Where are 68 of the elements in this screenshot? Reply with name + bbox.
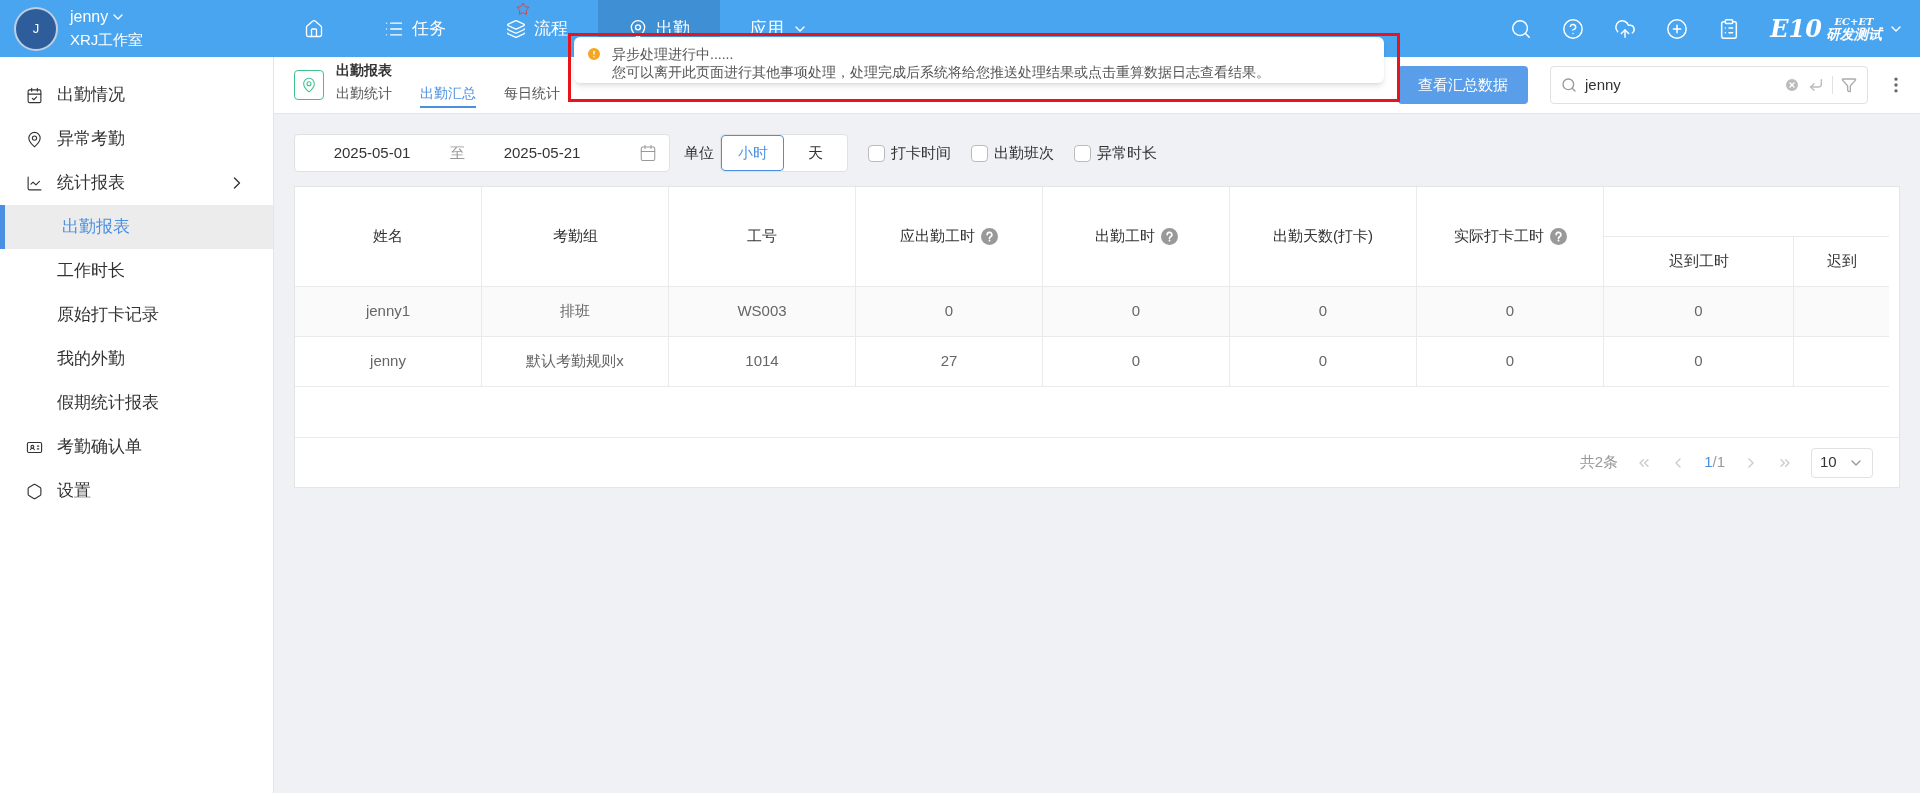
search-icon (1561, 77, 1577, 93)
page-icon (294, 70, 324, 100)
table-cell: 默认考勤规则x (482, 337, 669, 386)
table-cell: WS003 (669, 287, 856, 336)
checkbox[interactable] (971, 144, 988, 162)
warning-icon (586, 46, 602, 62)
table-cell: 0 (1417, 287, 1604, 336)
sidebar-subitem[interactable]: 假期统计报表 (0, 381, 273, 425)
table-cell: 27 (856, 337, 1043, 386)
cloud-upload-icon[interactable] (1614, 17, 1637, 40)
page-size-select[interactable]: 10 (1811, 447, 1873, 478)
unit-option[interactable]: 天 (784, 135, 847, 171)
help-icon[interactable] (1160, 228, 1178, 245)
table-cell: 0 (1230, 287, 1417, 336)
table-cell: 0 (856, 287, 1043, 336)
sidebar-item[interactable]: 设置 (0, 469, 273, 513)
sidebar-subitem[interactable]: 工作时长 (0, 249, 273, 293)
table-cell: 0 (1043, 287, 1230, 336)
table-cell: 0 (1043, 337, 1230, 386)
page-tab[interactable]: 出勤汇总 (420, 82, 476, 108)
org-name: XRJ工作室 (70, 30, 144, 51)
checkbox-label[interactable]: 异常时长 (1097, 141, 1157, 165)
sidebar-item[interactable]: 考勤确认单 (0, 425, 273, 469)
chart-icon (26, 174, 43, 192)
table-cell: 0 (1604, 287, 1794, 336)
page-indicator: 1/1 (1704, 452, 1725, 473)
checkbox[interactable] (868, 144, 885, 162)
avatar[interactable]: J (14, 6, 58, 51)
enter-icon[interactable] (1808, 77, 1824, 93)
table-cell: 0 (1417, 337, 1604, 386)
sidebar-subitem[interactable]: 原始打卡记录 (0, 293, 273, 337)
column-header: 迟到 (1825, 251, 1858, 272)
search-field[interactable]: jenny (1550, 66, 1868, 104)
help-icon[interactable] (981, 228, 998, 245)
checkbox[interactable] (1074, 144, 1091, 162)
sidebar-item[interactable]: 统计报表 (0, 161, 273, 205)
column-header: 迟到工时 (1604, 237, 1794, 286)
layers-icon (506, 18, 526, 39)
sidebar-item[interactable]: 异常考勤 (0, 117, 273, 161)
sidebar-subitem[interactable]: 我的外勤 (0, 337, 273, 381)
calendar-icon[interactable] (639, 144, 657, 162)
help-icon[interactable] (1562, 17, 1585, 40)
unit-label: 单位 (684, 142, 714, 163)
total-count: 共2条 (1579, 452, 1619, 473)
home-icon (304, 18, 324, 39)
table-cell: 排班 (482, 287, 669, 336)
hexagon-icon (26, 482, 43, 500)
page-title: 出勤报表 (336, 62, 393, 80)
help-icon[interactable] (1549, 228, 1567, 245)
table-cell: 0 (1230, 337, 1417, 386)
sidebar-item[interactable]: 出勤情况 (0, 73, 273, 117)
table-cell: jenny1 (295, 287, 482, 336)
filter-icon[interactable] (1841, 77, 1857, 93)
clear-icon[interactable] (1784, 77, 1800, 93)
page-tab[interactable]: 每日统计 (504, 82, 560, 108)
calendar-icon (26, 86, 43, 104)
unit-option[interactable]: 小时 (721, 135, 784, 171)
table-cell: jenny (295, 337, 482, 386)
toast-message: 您可以离开此页面进行其他事项处理，处理完成后系统将给您推送处理结果或点击重算数据日志查看结果。 (612, 63, 1270, 81)
add-icon[interactable] (1666, 17, 1689, 40)
search-icon[interactable] (1510, 17, 1533, 40)
checkbox-label[interactable]: 出勤班次 (994, 141, 1054, 165)
page-tab[interactable]: 出勤统计 (336, 82, 392, 108)
checkbox-label[interactable]: 打卡时间 (891, 141, 951, 165)
location-pin-icon (26, 130, 43, 148)
date-range-field[interactable]: 2025-05-01 至 2025-05-21 (294, 134, 670, 172)
table-cell: 1014 (669, 337, 856, 386)
table-cell: 0 (1604, 337, 1794, 386)
